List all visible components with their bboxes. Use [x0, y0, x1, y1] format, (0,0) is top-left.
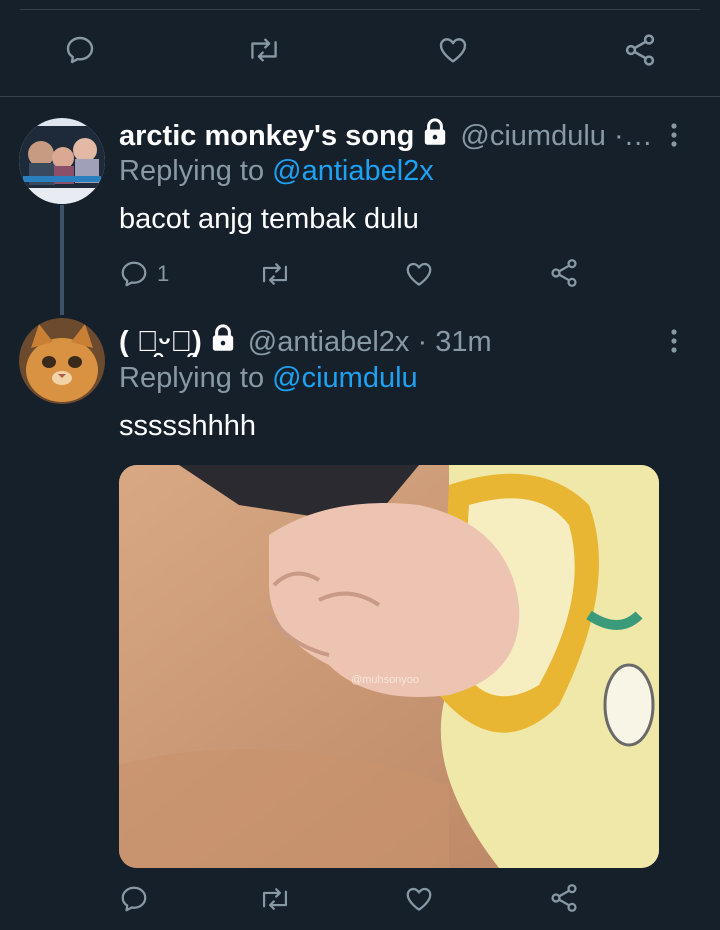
display-name[interactable]: ( ฺ̯ᵕฺ̯)	[119, 326, 202, 359]
tweet-divider	[0, 96, 720, 97]
tweet-header: ( ฺ̯ᵕฺ̯) @antiabel2x · 31m	[119, 324, 492, 360]
share-button[interactable]	[548, 882, 580, 914]
retweet-button[interactable]	[246, 34, 282, 66]
reply-count: 1	[157, 261, 170, 286]
retweet-icon	[262, 263, 288, 285]
share-button[interactable]	[622, 32, 658, 68]
reply-button[interactable]	[119, 884, 149, 914]
replying-label: Replying to	[119, 362, 273, 394]
retweet-button[interactable]	[258, 259, 292, 289]
share-icon	[551, 259, 577, 287]
like-icon	[406, 887, 432, 911]
mention-link[interactable]: @ciumdulu	[272, 362, 418, 394]
like-icon	[439, 38, 467, 63]
more-options-button[interactable]	[668, 122, 680, 153]
display-name[interactable]: arctic monkey's song	[119, 120, 414, 153]
replying-to: Replying to @antiabel2x	[119, 155, 434, 188]
like-button[interactable]	[436, 34, 470, 66]
mention-link[interactable]: @antiabel2x	[272, 155, 434, 187]
more-vertical-icon	[671, 329, 677, 353]
handle[interactable]: @antiabel2x · 31m	[248, 326, 492, 359]
like-button[interactable]	[404, 259, 434, 289]
handle[interactable]: @ciumdulu ·…	[460, 120, 652, 153]
replying-label: Replying to	[119, 155, 273, 187]
like-button[interactable]	[404, 884, 434, 914]
avatar[interactable]	[19, 318, 105, 404]
thread-line	[60, 205, 64, 315]
avatar[interactable]	[19, 118, 105, 204]
tweet-media[interactable]: @muhsonyoo	[119, 465, 659, 868]
more-vertical-icon	[671, 123, 677, 147]
tweet-text: bacot anjg tembak dulu	[119, 203, 419, 235]
reply-icon	[66, 36, 94, 64]
lock-icon	[422, 118, 448, 154]
baby-fist-photo: @muhsonyoo	[119, 465, 659, 868]
avatar-image	[19, 118, 105, 204]
reply-button[interactable]: 1	[119, 259, 169, 289]
like-icon	[406, 262, 432, 286]
reply-button[interactable]	[64, 34, 96, 66]
more-options-button[interactable]	[668, 328, 680, 359]
share-icon	[625, 34, 655, 66]
lock-icon	[210, 324, 236, 360]
retweet-icon	[262, 888, 288, 910]
tweet-header: arctic monkey's song @ciumdulu ·…	[119, 118, 653, 154]
share-button[interactable]	[548, 257, 580, 289]
cat-avatar-image	[19, 318, 105, 404]
top-divider	[20, 9, 700, 10]
replying-to: Replying to @ciumdulu	[119, 362, 418, 395]
retweet-button[interactable]	[258, 884, 292, 914]
reply-icon	[121, 886, 147, 912]
media-watermark: @muhsonyoo	[351, 674, 419, 686]
tweet-text: ssssshhhh	[119, 410, 257, 442]
retweet-icon	[251, 38, 277, 62]
reply-icon	[121, 261, 147, 287]
share-icon	[551, 884, 577, 912]
